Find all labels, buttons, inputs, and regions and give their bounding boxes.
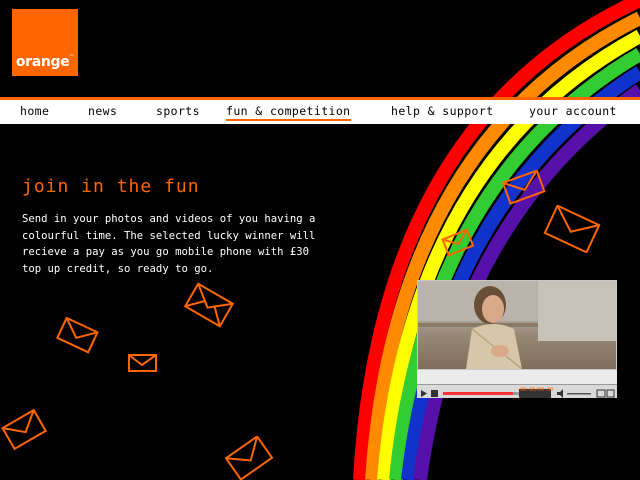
nav-help-support[interactable]: help & support (391, 104, 494, 118)
envelope-icon (543, 205, 601, 253)
intro-text: Send in your photos and videos of you ha… (22, 211, 367, 277)
envelope-icon (441, 228, 475, 257)
page-heading: join in the fun (22, 176, 200, 197)
intro-line: recieve a pay as you go mobile phone wit… (22, 246, 310, 258)
logo-text: orange™ (15, 54, 75, 70)
intro-line: colourful time. The selected lucky winne… (22, 229, 316, 242)
envelope-icon (1, 408, 48, 451)
play-icon (421, 390, 427, 397)
intro-line: top up credit, so ready to go. (22, 262, 214, 275)
video-controls: 00:00/00:30 (417, 384, 617, 398)
nav-home[interactable]: home (20, 104, 49, 118)
orange-logo[interactable]: orange™ (12, 9, 78, 76)
video-timecode: 00:00/00:30 (520, 387, 554, 393)
envelope-icon (128, 354, 157, 372)
envelope-icon (501, 170, 546, 205)
video-player[interactable]: 00:00/00:30 (417, 280, 617, 398)
stop-icon (431, 390, 438, 397)
envelope-icon (56, 316, 99, 354)
video-still (418, 281, 616, 369)
volume-icon (557, 389, 563, 398)
nav-news[interactable]: news (88, 104, 117, 118)
nav-fun-competition[interactable]: fun & competition (226, 104, 351, 121)
main-nav: home news sports fun & competition help … (0, 100, 640, 124)
intro-line: Send in your photos and videos of you ha… (22, 213, 316, 225)
fullscreen-icon (596, 389, 606, 398)
video-frame[interactable] (418, 281, 616, 369)
envelope-icon (183, 282, 235, 328)
nav-your-account[interactable]: your account (529, 104, 617, 118)
nav-sports[interactable]: sports (156, 104, 200, 118)
envelope-icon (224, 436, 274, 480)
